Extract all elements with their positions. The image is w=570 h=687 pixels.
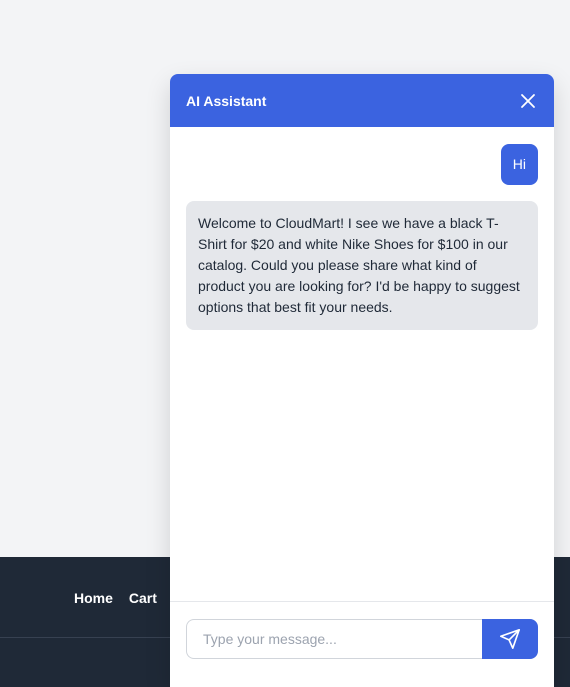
chat-header: AI Assistant <box>170 74 554 127</box>
message-composer <box>170 601 554 687</box>
message-row-user: Hi <box>186 144 538 185</box>
message-list: Hi Welcome to CloudMart! I see we have a… <box>170 127 554 601</box>
page: Home Cart AI Assistant Hi Welcome to Clo… <box>0 0 570 687</box>
message-input[interactable] <box>186 619 482 659</box>
user-message: Hi <box>500 144 538 185</box>
assistant-message: Welcome to CloudMart! I see we have a bl… <box>186 201 538 330</box>
footer-link-cart[interactable]: Cart <box>129 590 157 606</box>
footer-link-home[interactable]: Home <box>74 590 113 606</box>
close-icon <box>521 93 535 108</box>
chat-title: AI Assistant <box>186 92 267 109</box>
close-button[interactable] <box>518 91 538 111</box>
footer-nav: Home Cart <box>74 590 157 606</box>
send-icon <box>500 629 520 649</box>
send-button[interactable] <box>482 619 538 659</box>
chat-widget: AI Assistant Hi Welcome to CloudMart! I … <box>170 74 554 687</box>
